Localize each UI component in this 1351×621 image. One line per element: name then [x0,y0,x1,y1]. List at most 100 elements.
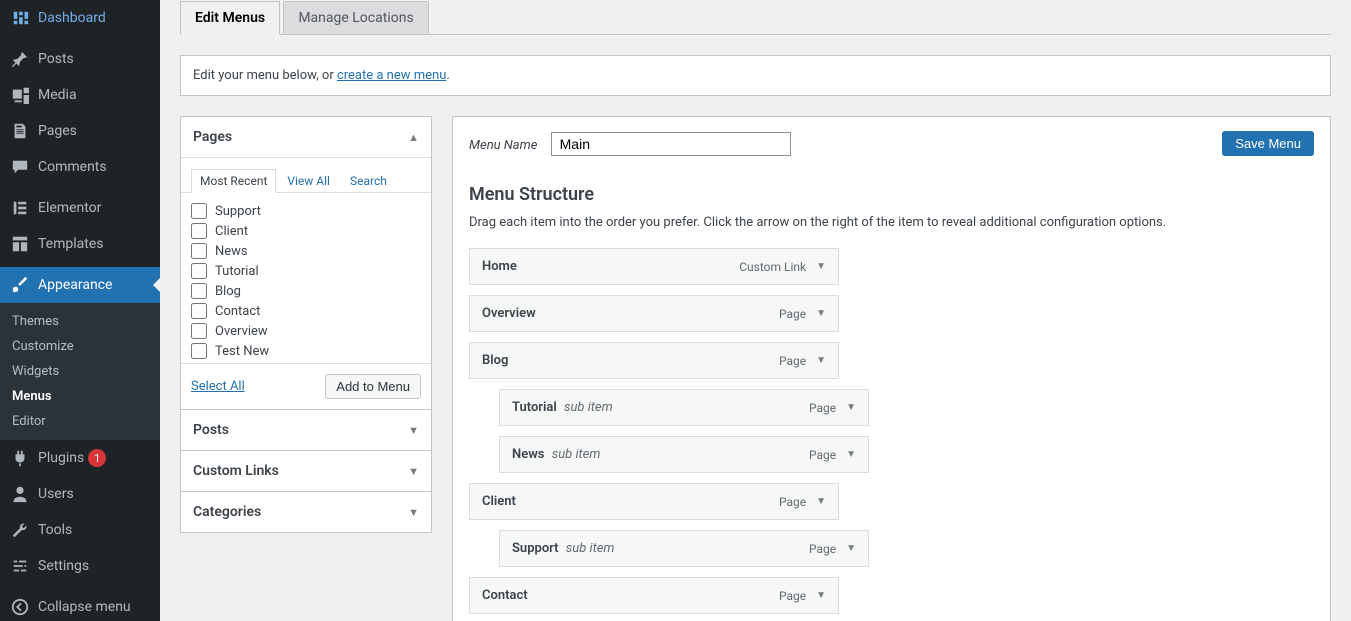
accordion-header-pages[interactable]: Pages ▲ [181,117,431,157]
sidebar-item-pages[interactable]: Pages [0,113,160,149]
menu-structure-item[interactable]: ClientPage▼ [469,483,839,520]
submenu-themes[interactable]: Themes [0,309,160,334]
accordion-header-custom-links[interactable]: Custom Links ▼ [181,451,431,491]
page-check-item[interactable]: Client [191,221,421,241]
tab-manage-locations[interactable]: Manage Locations [283,1,428,34]
chevron-up-icon: ▲ [408,131,419,144]
menu-structure-item[interactable]: Support sub itemPage▼ [499,530,869,567]
menu-structure-item[interactable]: Tutorial sub itemPage▼ [499,389,869,426]
sidebar-item-templates[interactable]: Templates [0,226,160,262]
page-check-item[interactable]: Blog [191,281,421,301]
accordion-title: Categories [193,504,261,520]
accordion-custom-links: Custom Links ▼ [180,451,432,492]
menu-item-sub-label: sub item [564,400,613,415]
menu-structure-item[interactable]: Contact Page ▼ [469,577,839,614]
page-checkbox[interactable] [191,303,207,319]
menu-structure-item[interactable]: News sub item Page ▼ [499,436,869,473]
sidebar-item-label: Dashboard [38,10,106,26]
chevron-down-icon[interactable]: ▼ [816,496,826,507]
page-check-item[interactable]: Support [191,201,421,221]
page-label: News [215,244,248,259]
plugins-badge: 1 [88,449,106,467]
sidebar-item-elementor[interactable]: Elementor [0,190,160,226]
page-label: Tutorial [215,264,259,279]
sidebar-item-posts[interactable]: Posts [0,41,160,77]
content-area: Edit Menus Manage Locations Edit your me… [160,0,1351,621]
chevron-down-icon: ▼ [408,424,419,437]
page-checkbox[interactable] [191,343,207,359]
menu-structure-item[interactable]: OverviewPage▼ [469,295,839,332]
menu-edit-column: Menu Name Save Menu Menu Structure Drag … [452,116,1331,621]
chevron-down-icon[interactable]: ▼ [816,355,826,366]
menu-item-type: Page [779,354,806,368]
page-checkbox[interactable] [191,283,207,299]
select-all-link[interactable]: Select All [191,379,245,394]
appearance-submenu: Themes Customize Widgets Menus Editor [0,303,160,440]
menu-item-sub-label: sub item [552,447,601,462]
page-check-item[interactable]: Tutorial [191,261,421,281]
page-checkbox[interactable] [191,263,207,279]
menu-item-title: Support [512,541,559,556]
collapse-icon [10,597,30,617]
page-check-item[interactable]: Test New [191,341,421,361]
wrench-icon [10,520,30,540]
page-icon [10,121,30,141]
menu-structure-item[interactable]: BlogPage▼ [469,342,839,379]
sidebar-item-label: Appearance [38,277,112,293]
menu-structure-item[interactable]: HomeCustom Link▼ [469,248,839,285]
chevron-down-icon[interactable]: ▼ [816,590,826,601]
chevron-down-icon[interactable]: ▼ [816,261,826,272]
page-label: Support [215,204,261,219]
menu-item-title: News [512,447,544,462]
accordion-header-categories[interactable]: Categories ▼ [181,492,431,532]
chevron-down-icon[interactable]: ▼ [846,543,856,554]
menu-name-label: Menu Name [469,138,537,153]
pages-checklist[interactable]: Support Client News Tutorial Blog ContactOver… [181,193,431,363]
menu-item-title: Contact [482,588,528,603]
sidebar-item-dashboard[interactable]: Dashboard [0,0,160,36]
sidebar-collapse[interactable]: Collapse menu [0,589,160,621]
page-check-item[interactable]: News [191,241,421,261]
inner-tab-search[interactable]: Search [341,169,396,193]
accordion-header-posts[interactable]: Posts ▼ [181,410,431,450]
nav-tabs: Edit Menus Manage Locations [180,0,1331,35]
submenu-editor[interactable]: Editor [0,409,160,434]
create-menu-link[interactable]: create a new menu [337,68,446,83]
submenu-widgets[interactable]: Widgets [0,359,160,384]
page-checkbox[interactable] [191,223,207,239]
add-to-menu-button[interactable]: Add to Menu [325,374,421,399]
sidebar-item-plugins[interactable]: Plugins 1 [0,440,160,476]
inner-tab-most-recent[interactable]: Most Recent [191,169,276,193]
pin-icon [10,49,30,69]
menu-item-title: Overview [482,306,536,321]
sidebar-item-tools[interactable]: Tools [0,512,160,548]
sidebar-item-users[interactable]: Users [0,476,160,512]
sidebar-item-label: Plugins [38,450,84,466]
page-check-item[interactable]: Overview [191,321,421,341]
sidebar-item-label: Settings [38,558,89,574]
sidebar-item-media[interactable]: Media [0,77,160,113]
chevron-down-icon[interactable]: ▼ [816,308,826,319]
sidebar-item-comments[interactable]: Comments [0,149,160,185]
menu-item-type: Page [779,589,806,603]
chevron-down-icon[interactable]: ▼ [846,449,856,460]
tab-edit-menus[interactable]: Edit Menus [180,1,280,35]
inner-tab-view-all[interactable]: View All [278,169,339,193]
page-checkbox[interactable] [191,323,207,339]
submenu-customize[interactable]: Customize [0,334,160,359]
menu-items-list: HomeCustom Link▼OverviewPage▼BlogPage▼Tu… [469,248,879,614]
submenu-menus[interactable]: Menus [0,384,160,409]
sidebar-item-appearance[interactable]: Appearance [0,267,160,303]
intro-suffix: . [446,68,449,83]
page-label: Blog [215,284,241,299]
templates-icon [10,234,30,254]
chevron-down-icon[interactable]: ▼ [846,402,856,413]
menu-name-input[interactable] [551,132,791,156]
page-checkbox[interactable] [191,203,207,219]
page-checkbox[interactable] [191,243,207,259]
page-check-item[interactable]: Contact [191,301,421,321]
menu-structure-heading: Menu Structure [469,184,1314,205]
menu-item-type: Page [809,448,836,462]
save-menu-button[interactable]: Save Menu [1222,131,1314,156]
sidebar-item-settings[interactable]: Settings [0,548,160,584]
